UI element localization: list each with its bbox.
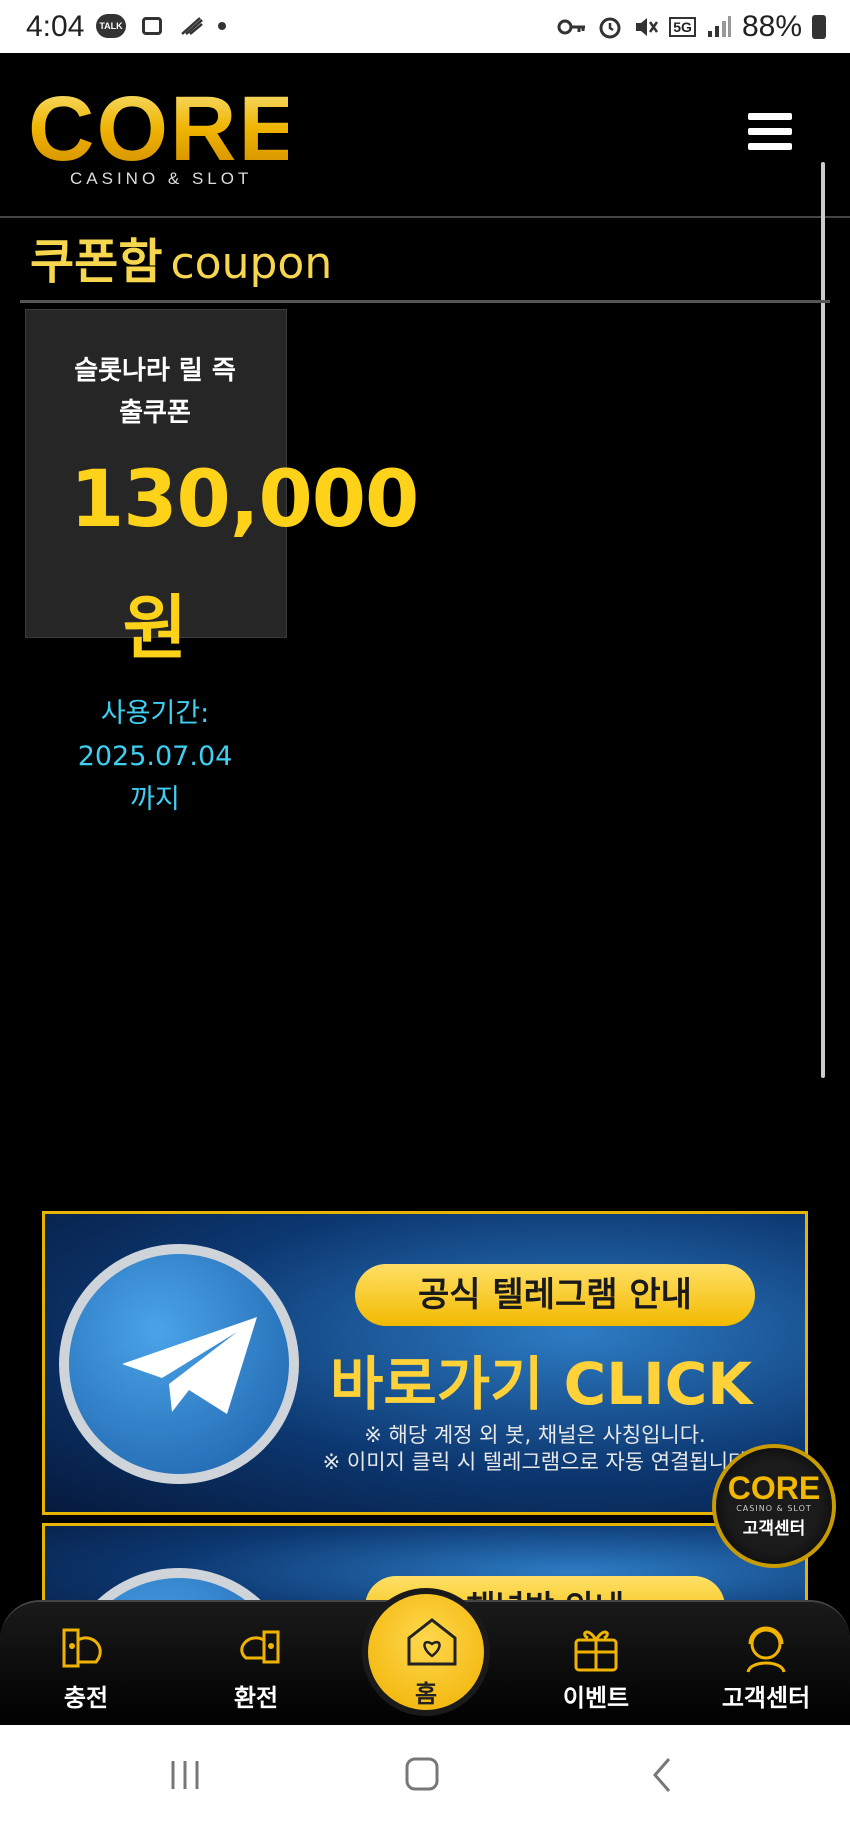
5g-icon: 5G (669, 17, 696, 37)
system-nav-bar (0, 1725, 850, 1823)
coupon-name-line1: 슬롯나라 릴 즉 (74, 356, 236, 386)
page-title-en: coupon (170, 238, 333, 289)
logo-text: CORE (28, 78, 302, 180)
hamburger-icon[interactable] (748, 113, 792, 151)
coupon-period: 사용기간: 2025.07.04 까지 (25, 692, 285, 821)
mute-icon (636, 18, 659, 36)
title-divider (20, 300, 830, 303)
banner-note: ※ 해당 계정 외 봇, 채널은 사칭입니다. ※ 이미지 클릭 시 텔레그램으… (275, 1422, 795, 1476)
back-icon[interactable] (633, 1755, 693, 1795)
period-date: 2025.07.04 (77, 741, 233, 772)
nav-charge[interactable]: 충전 (26, 1622, 146, 1713)
core-logo[interactable]: CORE CASINO & SLOT (28, 78, 302, 193)
key-icon (557, 19, 586, 35)
telegram-banner[interactable]: 공식 텔레그램 안내 바로가기 CLICK ※ 해당 계정 외 봇, 채널은 사… (42, 1211, 808, 1515)
cs-logo-sub: CASINO & SLOT (736, 1504, 812, 1513)
talk-icon: TALK (96, 14, 126, 38)
nav-exchange-label: 환전 (233, 1684, 279, 1712)
page-title: 쿠폰함 coupon (30, 222, 332, 292)
dot-icon (218, 22, 226, 30)
banner-note-line1: ※ 해당 계정 외 봇, 채널은 사칭입니다. (364, 1423, 706, 1447)
nav-event[interactable]: 이벤트 (536, 1622, 656, 1713)
coupon-name-line2: 출쿠폰 (119, 398, 191, 428)
battery-icon (812, 15, 826, 39)
site-header: CORE CASINO & SLOT (0, 53, 850, 218)
recent-apps-icon[interactable] (155, 1755, 215, 1795)
gift-icon (574, 1630, 618, 1672)
header-divider (0, 216, 850, 218)
image-icon (138, 14, 166, 38)
cs-label: 고객센터 (742, 1519, 806, 1539)
nav-event-label: 이벤트 (562, 1684, 630, 1712)
signal-icon (707, 16, 731, 37)
alarm-icon (599, 17, 621, 39)
nav-charge-label: 충전 (63, 1684, 109, 1712)
status-bar: 4:04 TALK 5G 88% (0, 0, 850, 53)
coupon-name: 슬롯나라 릴 즉 출쿠폰 (25, 350, 285, 434)
coupon-amount: 130,000 (70, 455, 419, 545)
headset-icon (746, 1626, 786, 1673)
status-time: 4:04 (26, 10, 85, 43)
nav-exchange[interactable]: 환전 (196, 1622, 316, 1713)
exchange-icon (240, 1630, 280, 1664)
period-suffix: 까지 (130, 784, 180, 815)
nav-support[interactable]: 고객센터 (706, 1622, 826, 1713)
nav-support-label: 고객센터 (721, 1684, 811, 1712)
banner-cta: 바로가기 CLICK (330, 1350, 753, 1418)
system-icons: 5G 88% (557, 10, 826, 44)
signal-slash-icon (178, 14, 206, 38)
cs-logo: CORE (727, 1470, 821, 1506)
nav-home-button[interactable]: 홈 (362, 1588, 490, 1716)
page-title-ko: 쿠폰함 (30, 234, 163, 290)
banner-pill: 공식 텔레그램 안내 (355, 1264, 755, 1326)
home-heart-icon (407, 1618, 457, 1666)
nav-home-label: 홈 (414, 1680, 438, 1708)
period-label: 사용기간: (100, 698, 210, 729)
coupon-unit: 원 (122, 587, 188, 669)
notification-icons: TALK (96, 14, 226, 38)
telegram-icon (59, 1244, 299, 1484)
charge-icon (62, 1628, 102, 1668)
battery-percent: 88% (741, 10, 802, 43)
customer-center-float-button[interactable]: CORE CASINO & SLOT 고객센터 (712, 1444, 836, 1568)
home-square-icon[interactable] (393, 1755, 453, 1795)
